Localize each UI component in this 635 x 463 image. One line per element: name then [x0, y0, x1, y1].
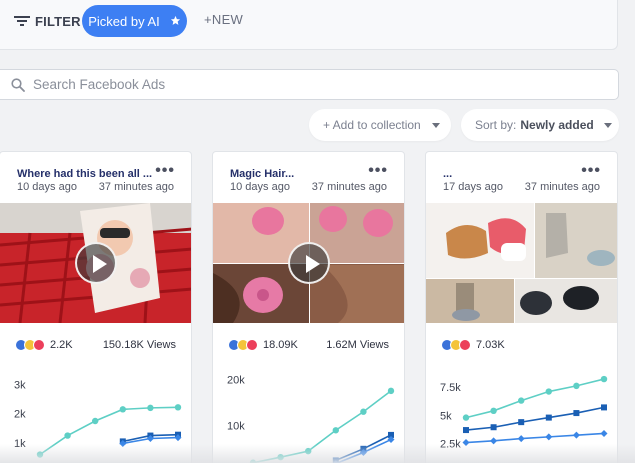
data-point — [545, 414, 552, 421]
data-point — [600, 429, 608, 437]
engagement-chart: 2.5k 5k 7.5k — [440, 375, 608, 451]
data-point — [174, 404, 182, 411]
data-point — [545, 388, 552, 395]
reaction-count: 2.2K — [50, 339, 73, 351]
data-point — [573, 410, 580, 417]
y-tick-label: 2k — [14, 409, 26, 421]
data-point — [490, 437, 498, 445]
add-to-collection-label: + Add to collection — [323, 118, 421, 132]
view-count: 1.62M Views — [326, 339, 389, 351]
engagement-chart: 1k 2k 3k — [14, 380, 182, 458]
love-icon — [459, 339, 471, 351]
ad-card[interactable]: Where had this been all ... ••• 10 days … — [0, 151, 192, 463]
data-point — [147, 404, 154, 412]
filter-label: FILTER — [35, 13, 81, 29]
view-count: 150.18K Views — [102, 339, 176, 351]
ad-title[interactable]: Magic Hair... — [230, 168, 294, 180]
y-tick-label: 2.5k — [440, 439, 461, 451]
ad-title[interactable]: ... — [443, 168, 452, 180]
reactions-icons — [15, 339, 45, 351]
data-point — [517, 435, 525, 443]
love-icon — [33, 339, 45, 351]
posted-date: 10 days ago — [230, 181, 290, 193]
ad-title[interactable]: Where had this been all ... — [17, 168, 152, 180]
engagement-stats: 7.03K — [441, 338, 602, 352]
love-icon — [246, 339, 258, 351]
ad-media[interactable] — [0, 203, 191, 323]
y-tick-label: 7.5k — [440, 382, 461, 394]
engagement-chart: 10k 20k — [227, 374, 395, 463]
series-line — [39, 406, 179, 456]
updated-time: 37 minutes ago — [311, 181, 387, 193]
data-point — [463, 427, 469, 434]
reaction-count: 18.09K — [263, 339, 298, 351]
reactions-icons — [228, 339, 258, 351]
data-point — [545, 433, 553, 441]
posted-date: 10 days ago — [17, 181, 77, 193]
data-point — [518, 397, 525, 404]
y-tick-label: 10k — [227, 421, 245, 433]
ad-thumbnail-image — [426, 203, 617, 323]
sort-prefix: Sort by: — [475, 118, 517, 132]
search-icon — [11, 77, 25, 92]
series-line — [465, 432, 605, 444]
data-point — [601, 404, 607, 411]
filter-icon — [14, 15, 30, 27]
add-to-collection-dropdown[interactable]: + Add to collection — [309, 109, 451, 141]
data-point — [518, 419, 525, 426]
data-point — [119, 406, 127, 413]
ad-card[interactable]: Magic Hair... ••• 10 days ago 37 minutes… — [212, 151, 405, 463]
data-point — [490, 407, 497, 414]
updated-time: 37 minutes ago — [98, 181, 174, 193]
new-button[interactable]: +NEW — [204, 12, 243, 27]
data-point — [92, 417, 99, 425]
play-video-button[interactable] — [74, 242, 117, 284]
more-options-icon[interactable]: ••• — [368, 162, 388, 180]
caret-down-icon — [431, 122, 440, 128]
search-input[interactable] — [33, 77, 533, 92]
caret-down-icon — [603, 122, 612, 128]
data-point — [332, 427, 339, 434]
data-point — [573, 382, 580, 390]
data-point — [249, 459, 257, 463]
data-point — [387, 387, 395, 395]
y-tick-label: 3k — [14, 380, 26, 392]
data-point — [490, 424, 497, 431]
data-point — [36, 451, 44, 458]
reaction-count: 7.03K — [476, 339, 505, 351]
data-point — [462, 414, 470, 421]
reactions-icons — [441, 339, 471, 351]
sort-dropdown[interactable]: Sort by: Newly added — [461, 109, 619, 141]
y-tick-label: 5k — [440, 410, 452, 422]
play-video-button[interactable] — [287, 242, 330, 284]
search-bar — [0, 69, 619, 100]
filter-button[interactable]: FILTER — [14, 11, 81, 31]
posted-date: 17 days ago — [443, 181, 503, 193]
picked-by-ai-button[interactable]: Picked by AI — [82, 5, 187, 37]
engagement-stats: 2.2K 150.18K Views — [15, 338, 176, 352]
updated-time: 37 minutes ago — [524, 181, 600, 193]
picked-by-ai-label: Picked by AI — [88, 13, 160, 29]
y-tick-label: 20k — [227, 374, 245, 386]
star-icon — [170, 14, 181, 29]
data-point — [572, 431, 580, 439]
data-point — [305, 447, 312, 455]
data-point — [64, 432, 71, 439]
series-line — [465, 406, 605, 431]
engagement-stats: 18.09K 1.62M Views — [228, 338, 389, 352]
more-options-icon[interactable]: ••• — [581, 162, 601, 180]
data-point — [277, 453, 284, 461]
y-tick-label: 1k — [14, 438, 26, 450]
more-options-icon[interactable]: ••• — [155, 162, 175, 180]
ad-card[interactable]: ... ••• 17 days ago 37 minutes ago 7.03K — [425, 151, 618, 463]
data-point — [462, 439, 470, 447]
data-point — [360, 408, 367, 415]
series-line — [252, 390, 392, 463]
ad-media[interactable] — [213, 203, 404, 323]
sort-value: Newly added — [520, 118, 594, 132]
ad-media[interactable] — [426, 203, 617, 323]
data-point — [600, 375, 608, 383]
